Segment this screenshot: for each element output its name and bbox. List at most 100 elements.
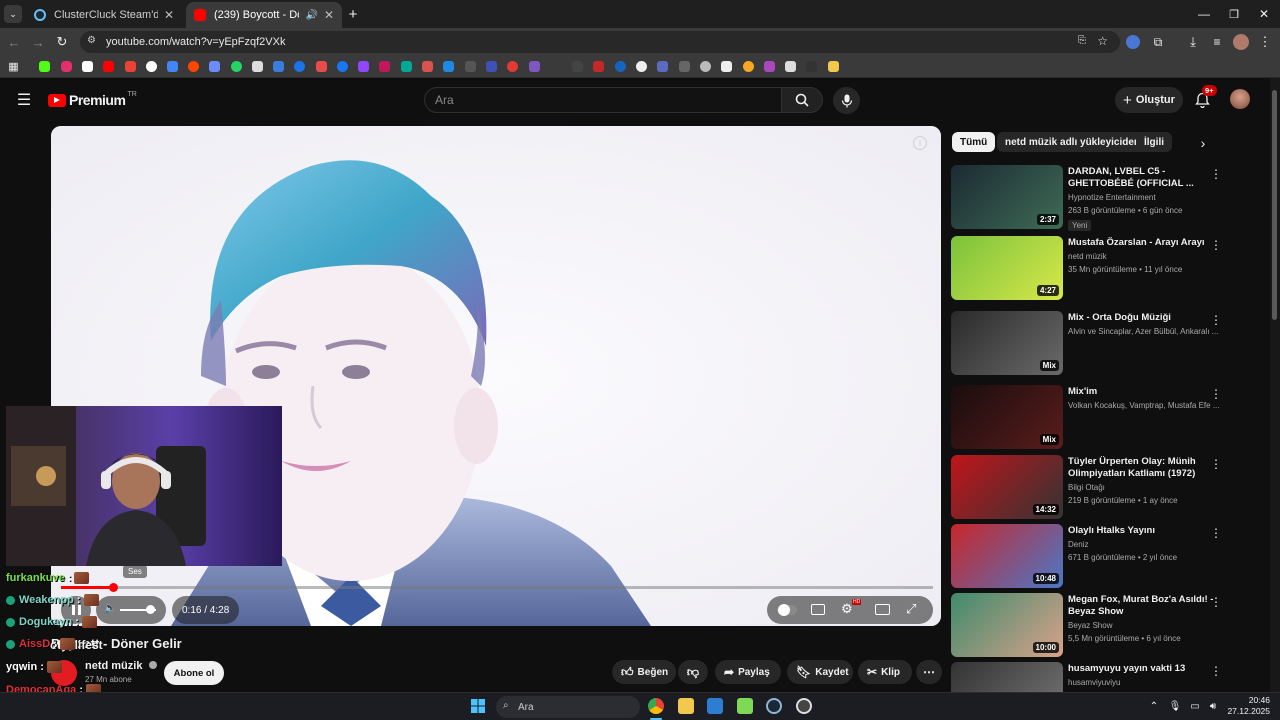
- bookmark-google-icon[interactable]: [146, 61, 157, 72]
- recommendation-item[interactable]: 14:32 Tüyler Ürperten Olay: Münih Olimpiy…: [951, 455, 1261, 521]
- bookmark-reddit-icon[interactable]: [188, 61, 199, 72]
- recommendation-thumbnail[interactable]: Mix: [951, 311, 1063, 375]
- bookmark-icon[interactable]: [252, 61, 263, 72]
- more-options-icon[interactable]: ⋮: [1210, 313, 1222, 327]
- bookmark-icon[interactable]: [657, 61, 668, 72]
- app-icon[interactable]: [796, 698, 812, 714]
- bookmark-youtube-icon[interactable]: [103, 61, 114, 72]
- speaker-icon[interactable]: 🔊: [305, 10, 317, 21]
- bookmark-icon[interactable]: [465, 61, 476, 72]
- bookmark-icon[interactable]: [615, 61, 626, 72]
- channel-name[interactable]: netd müzik: [85, 660, 157, 672]
- chip-next-chevron-icon[interactable]: ›: [1194, 134, 1212, 152]
- bookmark-icon[interactable]: [422, 61, 433, 72]
- recommendation-item[interactable]: Mix Mix'im Volkan Kocakuş, Vamptrap, Musta…: [951, 385, 1261, 451]
- autoplay-toggle-icon[interactable]: [777, 604, 797, 616]
- share-button[interactable]: ➦ Paylaş: [715, 660, 781, 684]
- more-options-icon[interactable]: ⋮: [1210, 595, 1222, 609]
- bookmark-icon[interactable]: [401, 61, 412, 72]
- bookmark-icon[interactable]: [764, 61, 775, 72]
- recommendation-thumbnail[interactable]: 2:37: [951, 165, 1063, 229]
- bookmark-icon[interactable]: [636, 61, 647, 72]
- download-icon[interactable]: ⤓: [1185, 34, 1201, 50]
- info-icon[interactable]: i: [913, 136, 927, 150]
- recommendation-thumbnail[interactable]: 4:27: [951, 236, 1063, 300]
- bookmark-folder-icon[interactable]: [828, 61, 839, 72]
- profile-avatar-icon[interactable]: [1233, 34, 1249, 50]
- recommendation-thumbnail[interactable]: [951, 662, 1063, 692]
- tab-close-icon[interactable]: ✕: [324, 8, 334, 22]
- minimize-icon[interactable]: —: [1196, 6, 1212, 22]
- bookmark-icon[interactable]: [593, 61, 604, 72]
- scrollbar-thumb[interactable]: [1272, 90, 1277, 320]
- youtube-premium-logo[interactable]: Premium TR: [48, 91, 137, 109]
- store-icon[interactable]: [707, 698, 723, 714]
- file-explorer-icon[interactable]: [678, 698, 694, 714]
- bookmark-icon[interactable]: [167, 61, 178, 72]
- bookmark-icon[interactable]: [486, 61, 497, 72]
- fullscreen-icon[interactable]: ⤢: [906, 601, 916, 617]
- bookmark-icon[interactable]: [294, 61, 305, 72]
- taskbar-search[interactable]: ⌕ Ara: [496, 696, 640, 718]
- bookmark-icon[interactable]: [443, 61, 454, 72]
- bookmark-icon[interactable]: [379, 61, 390, 72]
- recommendation-thumbnail[interactable]: 10:48: [951, 524, 1063, 588]
- bookmark-gmail-icon[interactable]: [125, 61, 136, 72]
- reload-icon[interactable]: ↻: [54, 34, 70, 50]
- save-button[interactable]: 🔖︎ Kaydet: [787, 660, 853, 684]
- extension-icon[interactable]: [1126, 35, 1140, 49]
- bookmark-twitch-icon[interactable]: [358, 61, 369, 72]
- recommendation-item[interactable]: 10:48 Olaylı Htalks Yayını Deniz 671 B görü…: [951, 524, 1261, 590]
- tray-chevron-icon[interactable]: ⌃: [1147, 699, 1161, 713]
- subtitles-icon[interactable]: [811, 604, 825, 615]
- bookmark-kick-icon[interactable]: [39, 61, 50, 72]
- address-bar[interactable]: ⚙ youtube.com/watch?v=yEpFzqf2VXk ⎘ ☆: [80, 31, 1120, 53]
- bookmark-icon[interactable]: [273, 61, 284, 72]
- more-options-icon[interactable]: ⋮: [1210, 457, 1222, 471]
- forward-icon[interactable]: →: [30, 34, 46, 50]
- theater-mode-icon[interactable]: [875, 604, 890, 615]
- recommendation-item[interactable]: husamyuyu yayın vakti 13 husamviyuviyu ⋮: [951, 662, 1261, 692]
- chip-related[interactable]: İlgili: [1136, 132, 1172, 152]
- progress-bar[interactable]: [61, 583, 933, 592]
- new-tab-button[interactable]: +: [345, 6, 361, 23]
- bookmark-icon[interactable]: [806, 61, 817, 72]
- subscribe-button[interactable]: Abone ol: [164, 661, 224, 685]
- bookmark-star-icon[interactable]: ☆: [1097, 34, 1108, 48]
- back-icon[interactable]: ←: [6, 34, 22, 50]
- chip-from-uploader[interactable]: netd müzik adlı yükleyiciden: [997, 132, 1149, 152]
- bookmark-icon[interactable]: [529, 61, 540, 72]
- browser-menu-icon[interactable]: ⋮: [1257, 34, 1273, 50]
- bookmark-icon[interactable]: [721, 61, 732, 72]
- more-options-icon[interactable]: ⋮: [1210, 526, 1222, 540]
- volume-slider[interactable]: [120, 605, 156, 614]
- voice-search-button[interactable]: [833, 87, 860, 114]
- volume-icon[interactable]: 🔈: [104, 603, 116, 614]
- recommendation-thumbnail[interactable]: 10:00: [951, 593, 1063, 657]
- display-tray-icon[interactable]: ▭: [1188, 699, 1202, 713]
- apps-grid-icon[interactable]: ▦: [7, 60, 20, 73]
- bookmark-facebook-icon[interactable]: [337, 61, 348, 72]
- windows-start-icon[interactable]: [470, 698, 486, 714]
- maximize-icon[interactable]: ❐: [1226, 6, 1242, 22]
- bookmark-icon[interactable]: [679, 61, 690, 72]
- create-button[interactable]: + Oluştur: [1115, 87, 1183, 113]
- more-options-icon[interactable]: ⋮: [1210, 167, 1222, 181]
- window-close-icon[interactable]: ✕: [1256, 6, 1272, 22]
- settings-gear-icon[interactable]: ⚙: [841, 601, 853, 617]
- media-control-icon[interactable]: ≡: [1209, 34, 1225, 50]
- steam-icon[interactable]: [766, 698, 782, 714]
- bookmark-icon[interactable]: [316, 61, 327, 72]
- bookmark-icon[interactable]: [209, 61, 220, 72]
- chip-all[interactable]: Tümü: [952, 132, 996, 152]
- search-input[interactable]: Ara: [424, 87, 782, 113]
- tab-close-icon[interactable]: ✕: [164, 8, 174, 22]
- more-options-icon[interactable]: ⋮: [1210, 387, 1222, 401]
- bookmark-instagram-icon[interactable]: [61, 61, 72, 72]
- dislike-button[interactable]: 👎︎: [678, 660, 708, 684]
- bookmark-icon[interactable]: [507, 61, 518, 72]
- volume-control[interactable]: 🔈: [96, 596, 166, 624]
- page-scrollbar[interactable]: [1270, 78, 1280, 692]
- more-options-icon[interactable]: ⋮: [1210, 664, 1222, 678]
- more-actions-button[interactable]: ⋯: [916, 660, 942, 684]
